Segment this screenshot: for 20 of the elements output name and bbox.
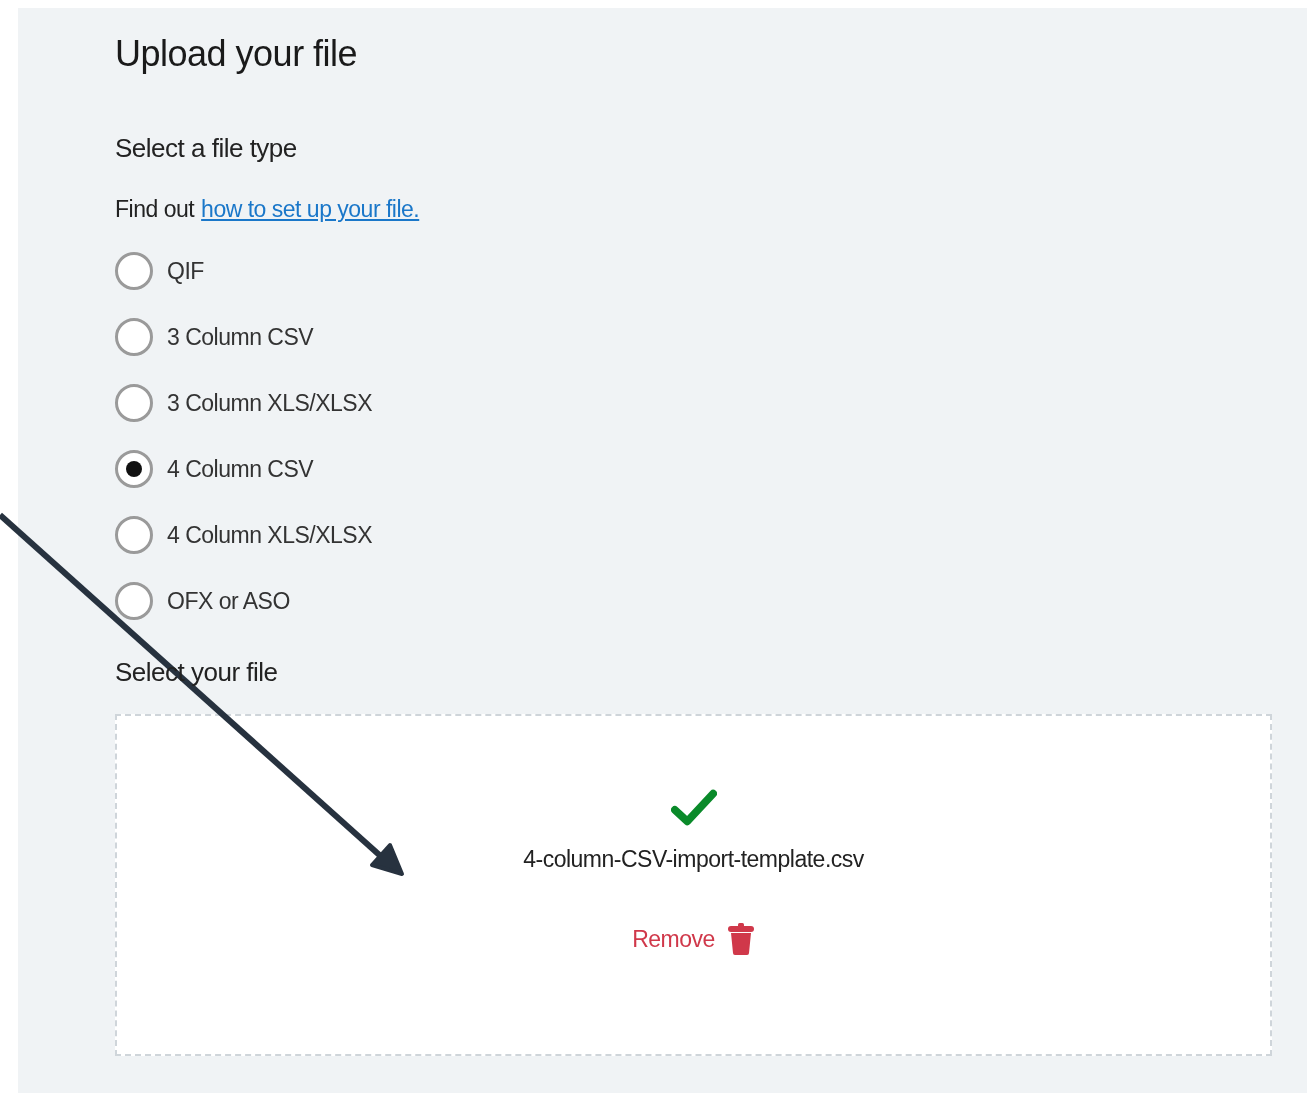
help-link[interactable]: how to set up your file. xyxy=(201,196,420,222)
radio-button[interactable] xyxy=(115,516,153,554)
file-drop-zone[interactable]: 4-column-CSV-import-template.csv Remove xyxy=(115,714,1272,1056)
file-name: 4-column-CSV-import-template.csv xyxy=(523,846,864,873)
radio-button[interactable] xyxy=(115,582,153,620)
radio-button[interactable] xyxy=(115,384,153,422)
hint-text: Find out xyxy=(115,196,195,222)
option-label: OFX or ASO xyxy=(167,587,290,615)
remove-link[interactable]: Remove xyxy=(632,923,755,955)
option-label: 4 Column XLS/XLSX xyxy=(167,521,372,549)
option-label: QIF xyxy=(167,257,204,285)
option-label: 4 Column CSV xyxy=(167,455,314,483)
option-label: 3 Column CSV xyxy=(167,323,314,351)
radio-button[interactable] xyxy=(115,450,153,488)
trash-icon xyxy=(726,923,755,955)
page-title: Upload your file xyxy=(115,32,359,76)
section-heading: Select a file type xyxy=(115,132,298,164)
radio-button[interactable] xyxy=(115,318,153,356)
radio-button[interactable] xyxy=(115,252,153,290)
option-label: 3 Column XLS/XLSX xyxy=(167,389,372,417)
